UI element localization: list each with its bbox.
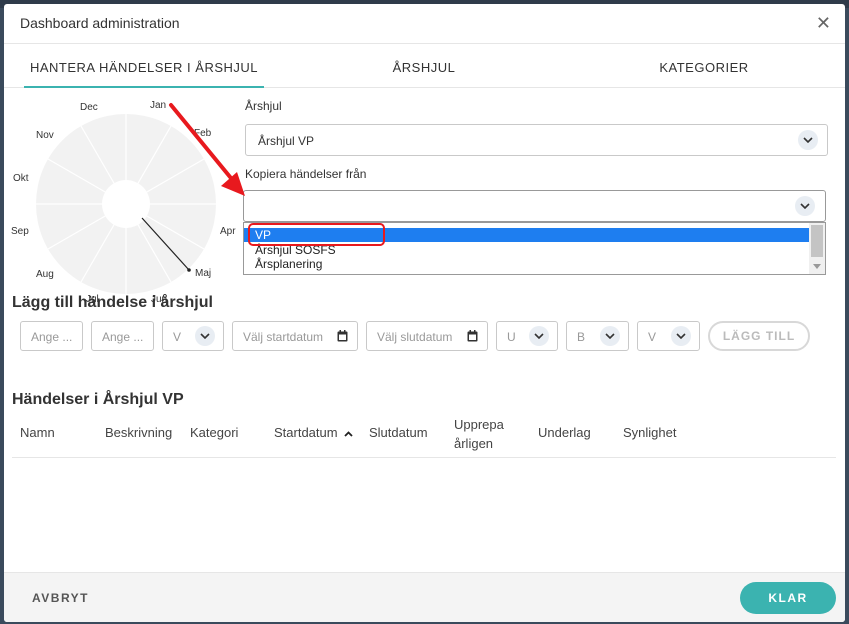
dropdown-option-arsplanering[interactable]: Årsplanering [244, 257, 810, 271]
wheel-label-okt: Okt [13, 173, 29, 184]
chevron-down-icon [798, 130, 818, 150]
underlag-placeholder: B [577, 330, 586, 344]
kopiera-dropdown-list: VP Årshjul SOSFS Årsplanering [243, 222, 826, 275]
start-date-input[interactable]: Välj startdatum [232, 321, 358, 351]
scroll-down-icon[interactable] [813, 264, 821, 270]
modal-title: Dashboard administration [20, 15, 180, 31]
category-select[interactable]: V [162, 321, 224, 351]
wheel-label-maj: Maj [195, 268, 212, 279]
done-button[interactable]: KLAR [740, 582, 836, 614]
calendar-icon[interactable] [337, 330, 348, 345]
modal-header: Dashboard administration ✕ [4, 4, 845, 44]
chevron-down-icon [795, 196, 815, 216]
column-header-startdatum[interactable]: Startdatum [274, 425, 353, 440]
arshjul-value: Årshjul VP [258, 134, 315, 148]
tab-hantera-handelser[interactable]: HANTERA HÄNDELSER I ÅRSHJUL [24, 48, 264, 88]
close-icon[interactable]: ✕ [816, 13, 831, 34]
add-event-title: Lägg till händelse i årshjul [12, 294, 213, 311]
end-date-placeholder: Välj slutdatum [377, 330, 453, 344]
chevron-down-icon [671, 326, 691, 346]
dashboard-admin-modal: Dashboard administration ✕ HANTERA HÄNDE… [4, 4, 845, 622]
visibility-select[interactable]: V [637, 321, 700, 351]
dropdown-option-arshjul-sosfs[interactable]: Årshjul SOSFS [244, 243, 810, 257]
event-description-input[interactable]: Ange ... [91, 321, 154, 351]
column-header-beskrivning[interactable]: Beskrivning [105, 425, 172, 440]
column-header-underlag[interactable]: Underlag [538, 425, 591, 440]
tab-kategorier[interactable]: KATEGORIER [584, 48, 824, 88]
add-event-button[interactable]: LÄGG TILL [708, 321, 810, 351]
dropdown-option-vp[interactable]: VP [244, 228, 810, 242]
column-header-upprepa-arligen[interactable]: Upprepa årligen [454, 415, 514, 453]
kopiera-label: Kopiera händelser från [245, 167, 367, 181]
chevron-down-icon [529, 326, 549, 346]
column-header-kategori[interactable]: Kategori [190, 425, 238, 440]
repeat-placeholder: U [507, 330, 516, 344]
underlag-select[interactable]: B [566, 321, 629, 351]
arshjul-select[interactable]: Årshjul VP [245, 124, 828, 156]
visibility-placeholder: V [648, 330, 657, 344]
wheel-label-dec: Dec [80, 102, 98, 113]
wheel-label-nov: Nov [36, 130, 54, 141]
calendar-icon[interactable] [467, 330, 478, 345]
scrollbar-thumb[interactable] [811, 225, 823, 257]
chevron-down-icon [195, 326, 215, 346]
modal-footer: AVBRYT KLAR [4, 572, 845, 622]
wheel-label-aug: Aug [36, 269, 54, 280]
tab-bar: HANTERA HÄNDELSER I ÅRSHJUL ÅRSHJUL KATE… [4, 48, 845, 88]
startdatum-label: Startdatum [274, 425, 338, 440]
sort-ascending-icon[interactable] [344, 431, 353, 437]
cancel-button[interactable]: AVBRYT [32, 591, 89, 605]
event-description-placeholder: Ange ... [102, 330, 144, 344]
event-name-input[interactable]: Ange ... [20, 321, 83, 351]
start-date-placeholder: Välj startdatum [243, 330, 324, 344]
event-name-placeholder: Ange ... [31, 330, 73, 344]
end-date-input[interactable]: Välj slutdatum [366, 321, 488, 351]
wheel-label-feb: Feb [194, 128, 212, 139]
wheel-label-jan: Jan [150, 100, 167, 111]
column-header-namn[interactable]: Namn [20, 425, 55, 440]
category-placeholder: V [173, 330, 182, 344]
chevron-down-icon [600, 326, 620, 346]
column-header-synlighet[interactable]: Synlighet [623, 425, 676, 440]
events-title: Händelser i Årshjul VP [12, 391, 184, 408]
kopiera-select[interactable] [243, 190, 826, 222]
wheel-label-apr: Apr [220, 226, 236, 237]
table-divider [12, 457, 836, 458]
repeat-select[interactable]: U [496, 321, 558, 351]
dropdown-scrollbar[interactable] [809, 223, 825, 274]
year-wheel: Jan Feb Apr Maj Jun Jul Aug Sep Okt Nov … [4, 92, 244, 305]
tab-arshjul[interactable]: ÅRSHJUL [304, 48, 544, 88]
wheel-label-sep: Sep [11, 226, 29, 237]
column-header-slutdatum[interactable]: Slutdatum [369, 425, 428, 440]
arshjul-label: Årshjul [245, 99, 282, 113]
